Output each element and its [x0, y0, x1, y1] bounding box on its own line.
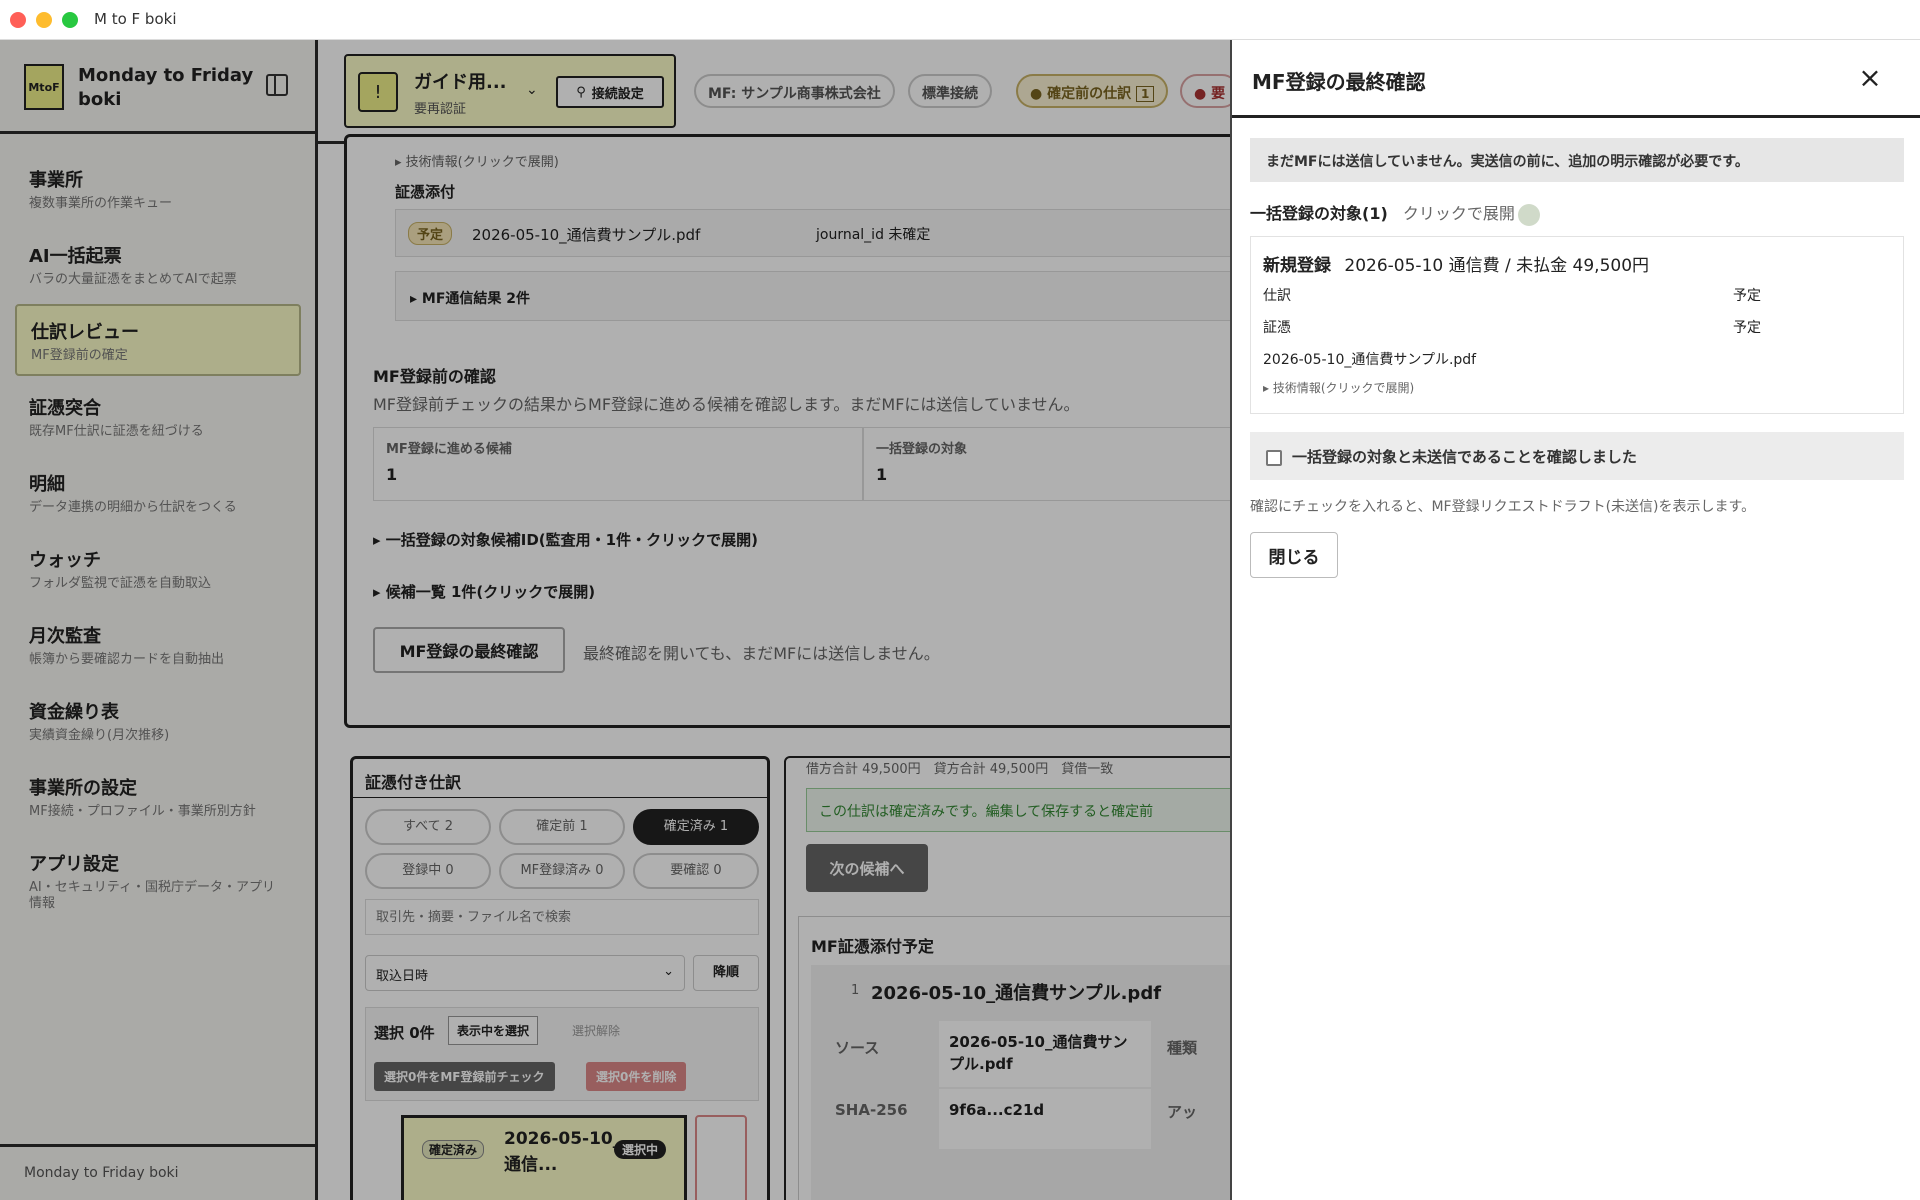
window-titlebar: M to F boki — [0, 0, 1920, 40]
bulk-target-toggle[interactable]: 一括登録の対象(1) クリックで展開 — [1250, 200, 1515, 224]
confirm-checkbox-row[interactable]: 一括登録の対象と未送信であることを確認しました — [1250, 432, 1904, 480]
bulk-target-hint: クリックで展開 — [1402, 204, 1515, 223]
bulk-target-label: 一括登録の対象(1) — [1250, 204, 1388, 223]
entry-header: 新規登録 2026-05-10 通信費 / 未払金 49,500円 — [1263, 251, 1891, 276]
confirm-checkbox[interactable] — [1266, 449, 1282, 466]
entry-tech-toggle[interactable]: ▸ 技術情報(クリックで展開) — [1263, 379, 1414, 396]
journal-row-label: 仕訳 — [1263, 288, 1291, 304]
drawer-title: MF登録の最終確認 — [1252, 70, 1426, 94]
close-button[interactable]: 閉じる — [1250, 532, 1338, 578]
window-title: M to F boki — [94, 10, 177, 28]
not-sent-warning: まだMFには送信していません。実送信の前に、追加の明示確認が必要です。 — [1250, 138, 1904, 182]
confirm-hint: 確認にチェックを入れると、MF登録リクエストドラフト(未送信)を表示します。 — [1250, 499, 1756, 515]
modal-overlay[interactable] — [0, 40, 1230, 1200]
maximize-window-button[interactable] — [62, 12, 78, 28]
close-window-button[interactable] — [10, 12, 26, 28]
minimize-window-button[interactable] — [36, 12, 52, 28]
final-confirm-drawer: MF登録の最終確認 × まだMFには送信していません。実送信の前に、追加の明示確… — [1230, 40, 1920, 1200]
close-icon[interactable]: × — [1852, 60, 1888, 96]
entry-kind: 新規登録 — [1263, 256, 1331, 276]
entry-summary: 2026-05-10 通信費 / 未払金 49,500円 — [1344, 256, 1650, 276]
bulk-target-entry: 新規登録 2026-05-10 通信費 / 未払金 49,500円 仕訳 予定 … — [1250, 236, 1904, 414]
cursor-icon — [1518, 204, 1540, 226]
evidence-row-status: 予定 — [1733, 320, 1761, 336]
evidence-row-label: 証憑 — [1263, 320, 1291, 336]
journal-row-status: 予定 — [1733, 288, 1761, 304]
confirm-label: 一括登録の対象と未送信であることを確認しました — [1292, 448, 1637, 466]
entry-file: 2026-05-10_通信費サンプル.pdf — [1263, 352, 1477, 368]
drawer-header: MF登録の最終確認 × — [1232, 40, 1920, 118]
